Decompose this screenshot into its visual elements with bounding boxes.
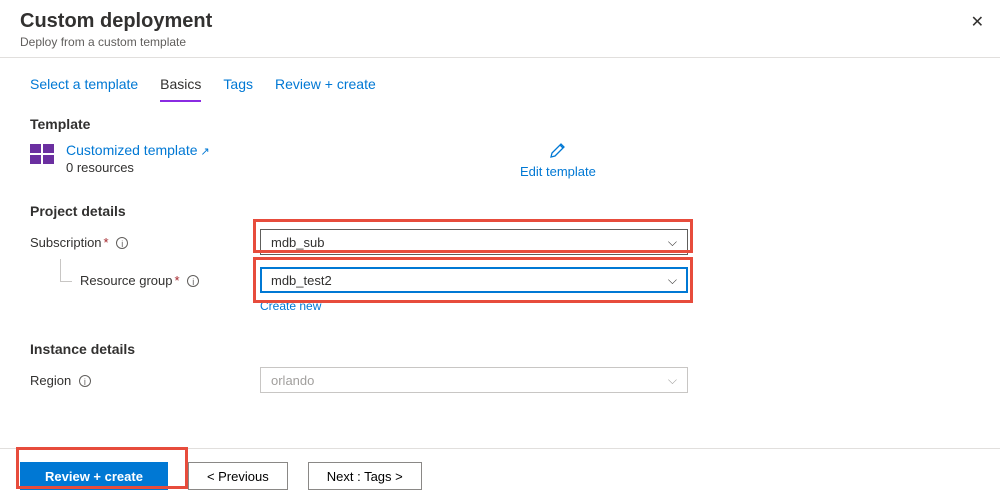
page-header: Custom deployment Deploy from a custom t… bbox=[0, 0, 1000, 58]
template-row: Customized template↗ 0 resources bbox=[30, 142, 970, 175]
external-link-icon: ↗ bbox=[201, 146, 210, 158]
page-subtitle: Deploy from a custom template bbox=[20, 35, 980, 49]
template-heading: Template bbox=[30, 116, 970, 132]
subscription-value: mdb_sub bbox=[271, 235, 324, 250]
resource-group-label: Resource group* i bbox=[30, 273, 260, 288]
region-value: orlando bbox=[271, 373, 314, 388]
tab-bar: Select a template Basics Tags Review + c… bbox=[0, 58, 1000, 102]
tab-review-create[interactable]: Review + create bbox=[275, 76, 376, 102]
region-row: Region i orlando ⌵ bbox=[30, 367, 970, 393]
next-button[interactable]: Next : Tags > bbox=[308, 462, 422, 490]
close-icon[interactable]: ✕ bbox=[971, 12, 984, 32]
subscription-row: Subscription* i mdb_sub ⌵ bbox=[30, 229, 970, 255]
region-select: orlando ⌵ bbox=[260, 367, 688, 393]
info-icon[interactable]: i bbox=[187, 275, 199, 287]
previous-button[interactable]: < Previous bbox=[188, 462, 288, 490]
instance-heading: Instance details bbox=[30, 341, 970, 357]
subscription-label: Subscription* i bbox=[30, 235, 260, 250]
region-label: Region i bbox=[30, 373, 260, 388]
edit-template-label: Edit template bbox=[520, 164, 596, 179]
edit-template-block[interactable]: Edit template bbox=[520, 140, 596, 179]
tab-basics[interactable]: Basics bbox=[160, 76, 201, 102]
tab-tags[interactable]: Tags bbox=[223, 76, 253, 102]
project-heading: Project details bbox=[30, 203, 970, 219]
template-resources: 0 resources bbox=[66, 160, 210, 175]
template-icon bbox=[30, 144, 54, 164]
subscription-select[interactable]: mdb_sub ⌵ bbox=[260, 229, 688, 255]
resource-group-select[interactable]: mdb_test2 ⌵ bbox=[260, 267, 688, 293]
info-icon[interactable]: i bbox=[116, 237, 128, 249]
chevron-down-icon: ⌵ bbox=[668, 235, 677, 250]
page-title: Custom deployment bbox=[20, 10, 980, 33]
info-icon[interactable]: i bbox=[79, 375, 91, 387]
resource-group-value: mdb_test2 bbox=[271, 273, 332, 288]
chevron-down-icon: ⌵ bbox=[668, 273, 677, 288]
review-create-button[interactable]: Review + create bbox=[20, 462, 168, 490]
chevron-down-icon: ⌵ bbox=[668, 373, 677, 388]
customized-template-link[interactable]: Customized template↗ bbox=[66, 142, 210, 158]
pencil-icon bbox=[548, 140, 568, 160]
create-new-link[interactable]: Create new bbox=[260, 299, 970, 313]
footer-bar: Review + create < Previous Next : Tags > bbox=[0, 448, 1000, 503]
resource-group-row: Resource group* i mdb_test2 ⌵ bbox=[30, 267, 970, 293]
tab-select-template[interactable]: Select a template bbox=[30, 76, 138, 102]
